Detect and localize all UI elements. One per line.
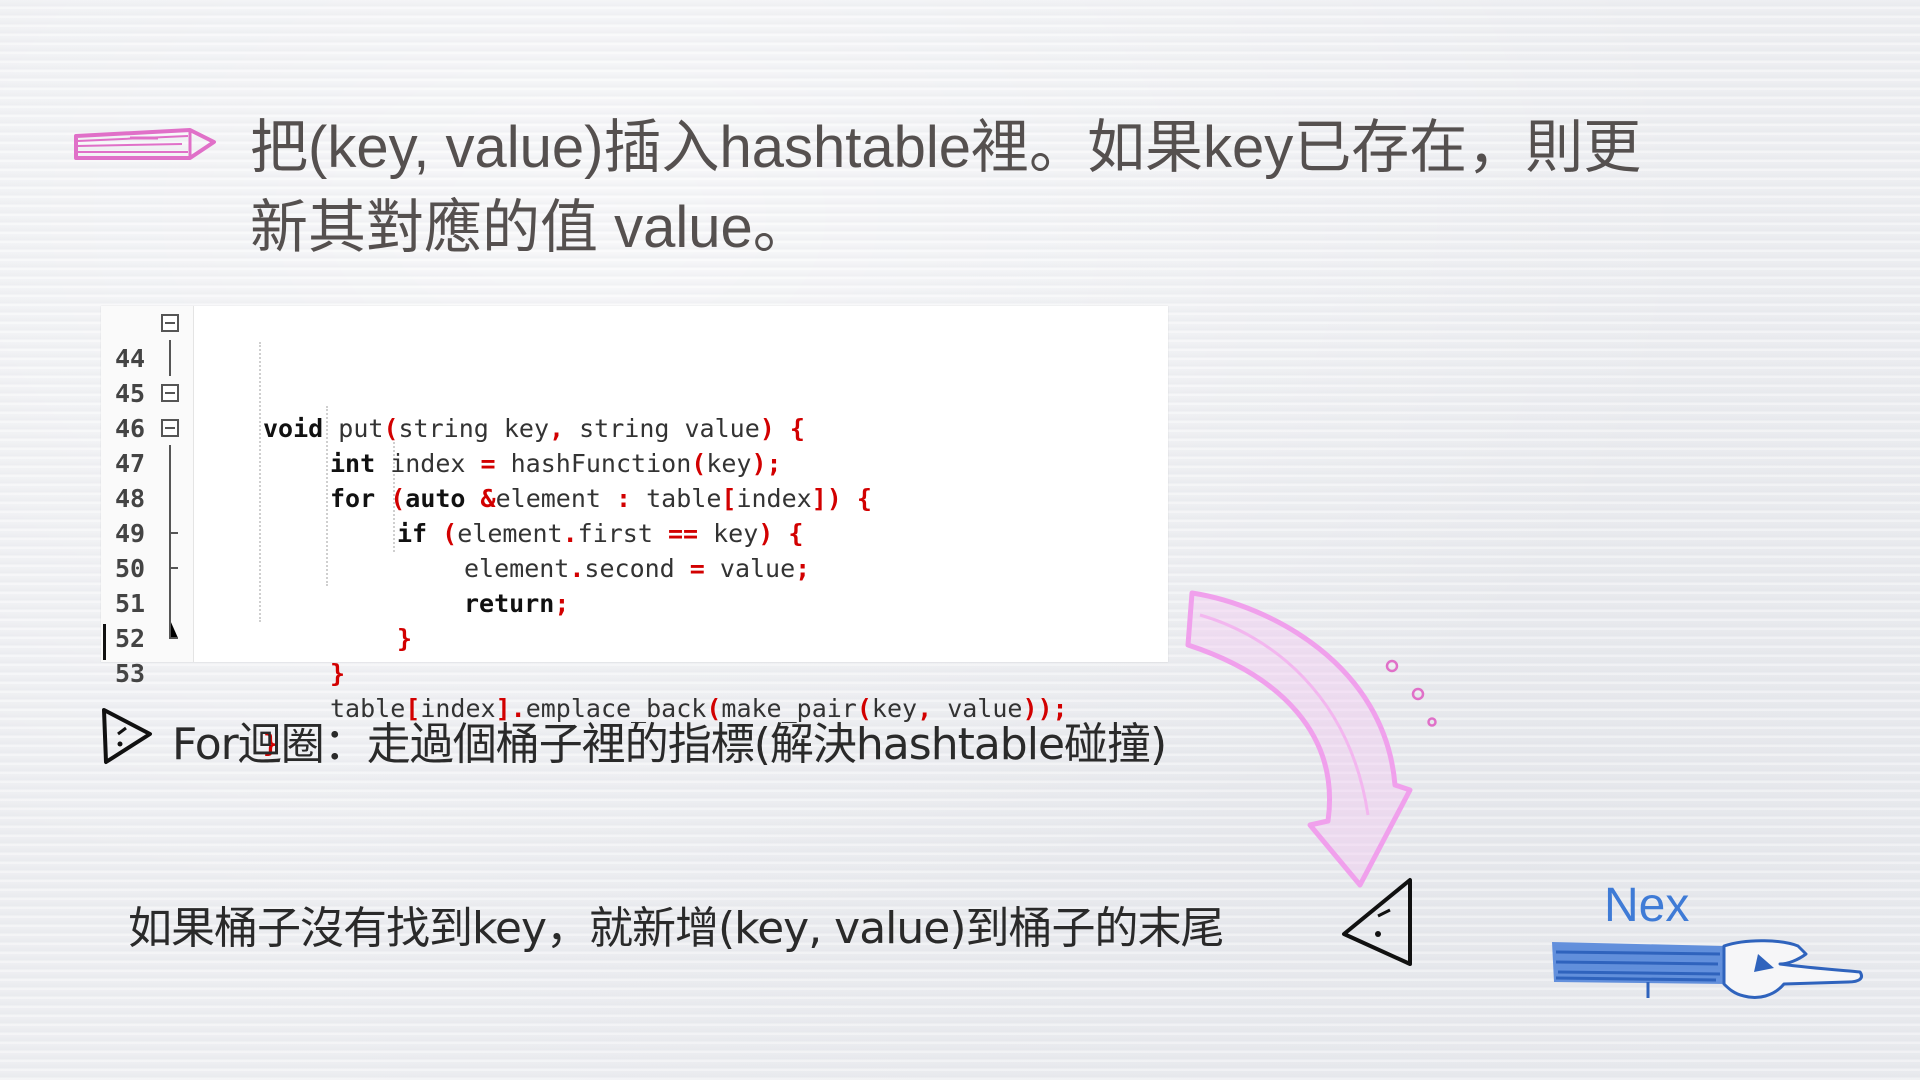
fold-tee-icon: [169, 550, 178, 586]
curved-arrow-icon: [1185, 590, 1413, 888]
code-line: 53 }: [101, 620, 1168, 758]
code-line: 44 void put(string key, string value) {: [101, 306, 1168, 443]
triangle-bullet-icon-2: [1342, 878, 1412, 966]
next-button-label[interactable]: Nex: [1604, 878, 1689, 933]
line-number: 53: [115, 659, 146, 688]
fold-minus-icon[interactable]: [161, 384, 179, 402]
pointing-hand-icon[interactable]: [1548, 934, 1866, 1004]
code-line: 48 element.second = value;: [101, 445, 1168, 583]
sparkle-dots-icon: [1385, 659, 1437, 727]
code-line: 51 }: [101, 550, 1168, 688]
code-panel: 44 void put(string key, string value) { …: [101, 306, 1168, 758]
fold-tee-icon: [169, 620, 178, 639]
code-line: 49 return;: [101, 480, 1168, 618]
pencil-icon: [74, 128, 216, 160]
code-token: }: [330, 659, 346, 688]
code-line: 47 if (element.first == key) {: [101, 411, 1168, 548]
triangle-bullet-icon: [102, 708, 152, 764]
fold-minus-icon[interactable]: [161, 419, 179, 437]
append-note: 如果桶子沒有找到key，就新增(key, value)到桶子的末尾: [128, 903, 1225, 954]
code-line: 45 int index = hashFunction(key);: [101, 340, 1168, 478]
fold-minus-icon[interactable]: [161, 314, 179, 332]
code-line: 50 }: [101, 515, 1168, 653]
fold-tee-icon: [169, 515, 178, 551]
code-line: 46 for (auto &element : table[index]) {: [101, 376, 1168, 513]
fold-line-icon: [169, 445, 171, 481]
fold-line-icon: [169, 340, 171, 376]
slide-title: 把(key, value)插入hashtable裡。如果key已存在，則更 新其…: [250, 115, 1642, 260]
code-line: 52 table[index])].emplace_back(make_pair…: [101, 585, 1168, 723]
fold-line-icon: [169, 480, 171, 516]
for-loop-note: For迴圈：走過個桶子裡的指標(解決hashtable碰撞): [172, 719, 1167, 770]
fold-line-icon: [169, 585, 171, 621]
